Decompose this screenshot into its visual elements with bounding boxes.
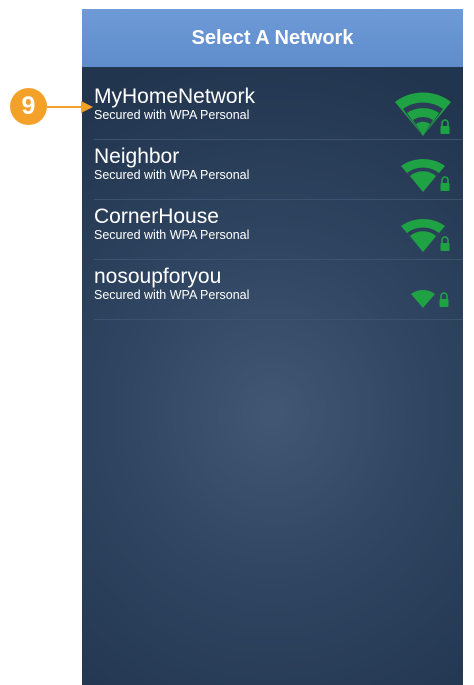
row-divider — [94, 259, 463, 260]
row-divider — [94, 319, 463, 320]
page: Select A Network MyHomeNetwork Secured w… — [0, 0, 474, 685]
network-list: MyHomeNetwork Secured with WPA Personal — [82, 86, 463, 326]
wifi-signal-icon — [401, 218, 450, 252]
network-row-myhomenetwork[interactable]: MyHomeNetwork Secured with WPA Personal — [82, 86, 463, 146]
lock-icon — [440, 119, 450, 134]
callout-badge: 9 — [10, 88, 47, 125]
phone-screen: Select A Network MyHomeNetwork Secured w… — [82, 9, 463, 685]
signal-bar-inner — [411, 290, 435, 308]
wifi-signal-icon — [395, 92, 451, 136]
callout-number: 9 — [21, 92, 36, 120]
callout-arrow-icon — [47, 101, 93, 113]
signal-bar-inner — [410, 171, 436, 192]
lock-icon — [440, 236, 450, 251]
lock-icon — [440, 176, 450, 191]
page-title: Select A Network — [191, 26, 354, 49]
signal-bar-inner — [410, 231, 436, 252]
network-row-cornerhouse[interactable]: CornerHouse Secured with WPA Personal — [82, 206, 463, 266]
network-row-nosoupforyou[interactable]: nosoupforyou Secured with WPA Personal — [82, 266, 463, 326]
header-bar: Select A Network — [82, 9, 463, 67]
network-row-neighbor[interactable]: Neighbor Secured with WPA Personal — [82, 146, 463, 206]
wifi-signal-icon — [411, 290, 449, 308]
lock-icon — [439, 292, 449, 307]
row-divider — [94, 139, 463, 140]
row-divider — [94, 199, 463, 200]
wifi-signal-icon — [401, 158, 450, 192]
